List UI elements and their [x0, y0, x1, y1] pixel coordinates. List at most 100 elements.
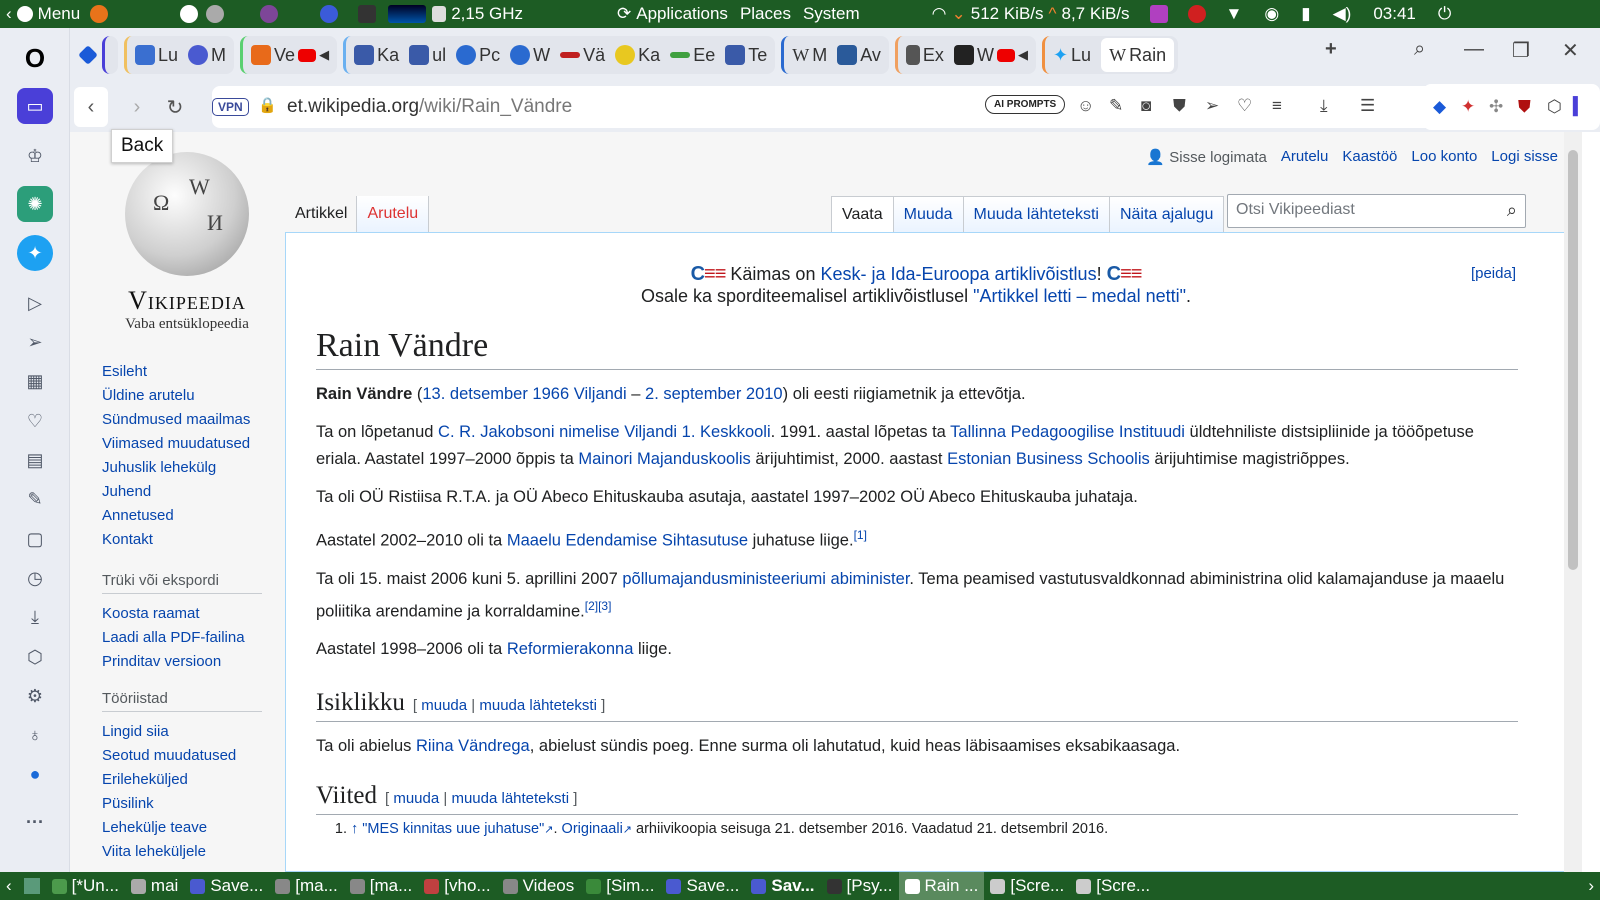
applications-menu[interactable]: ⟳ Applications	[611, 4, 734, 24]
sidebar-toggle-icon[interactable]: ▍	[1573, 97, 1586, 117]
easy-setup-icon[interactable]: ≡	[1272, 96, 1282, 116]
tab-item[interactable]: Ka	[350, 38, 403, 72]
vpn-badge[interactable]: VPN	[212, 98, 249, 116]
send-icon[interactable]: ➢	[17, 324, 53, 360]
tools-link[interactable]: Lehekülje teave	[102, 819, 207, 836]
tab-item[interactable]: WM	[788, 38, 831, 72]
player-icon[interactable]: ▷	[17, 285, 53, 321]
minimize-button[interactable]: —	[1464, 38, 1484, 61]
reload-button[interactable]: ↻	[158, 95, 192, 120]
tab-item[interactable]: M	[184, 38, 230, 72]
tab-item[interactable]: ✦ Lu	[1049, 38, 1095, 72]
taskbar-window-button[interactable]: mai	[125, 872, 184, 900]
backlink-arrow[interactable]: ↑	[351, 821, 358, 837]
tab-item[interactable]: ul	[405, 38, 450, 72]
taskbar-window-button[interactable]: [Sim...	[580, 872, 660, 900]
notice-link[interactable]: Kesk- ja Ida-Euroopa artiklivõistlus	[820, 264, 1096, 284]
speed-dial-icon[interactable]: ▦	[17, 363, 53, 399]
tab-article[interactable]: Artikkel	[285, 196, 357, 232]
tor-icon[interactable]	[260, 5, 279, 23]
tabs-icon[interactable]: ▢	[17, 521, 53, 557]
download-icon[interactable]: ⤓	[1320, 96, 1328, 116]
record-icon[interactable]	[1187, 5, 1206, 23]
tools-link[interactable]: Lingid siia	[102, 723, 169, 740]
heart-icon[interactable]: ♡	[1237, 96, 1252, 116]
hide-notice-link[interactable]: [peida]	[1471, 263, 1516, 285]
tab-read[interactable]: Vaata	[831, 196, 894, 233]
taskbar-window-button[interactable]: Sav...	[745, 872, 820, 900]
translate-extension-icon[interactable]: ✦	[1461, 97, 1475, 117]
tab-item[interactable]: Ka	[611, 38, 664, 72]
search-tabs-icon[interactable]: ⌕	[1414, 38, 1425, 61]
tab-edit[interactable]: Muuda	[892, 196, 964, 233]
tab-edit-source[interactable]: Muuda lähteteksti	[962, 196, 1110, 233]
tools-link[interactable]: Viita leheküljele	[102, 843, 206, 860]
battery-icon[interactable]: ▮	[1301, 4, 1310, 24]
reference-link[interactable]: [2][3]	[585, 599, 612, 613]
taskbar-window-button[interactable]: Save...	[184, 872, 269, 900]
history-icon[interactable]: ◷	[17, 560, 53, 596]
tab-item[interactable]: Av	[833, 38, 885, 72]
terminal-icon[interactable]	[358, 5, 377, 23]
mainor-link[interactable]: Mainori Majanduskoolis	[578, 450, 750, 468]
notification-icon[interactable]: ◉	[1264, 4, 1279, 24]
network-icon[interactable]: ▼	[1226, 4, 1243, 24]
vivaldi-extension-icon[interactable]: ◆	[1433, 97, 1446, 117]
taskbar-window-button[interactable]: [Psy...	[821, 872, 899, 900]
reference-link[interactable]: [1]	[854, 528, 867, 542]
section-edit-source-link[interactable]: muuda lähteteksti	[479, 697, 597, 714]
tools-link[interactable]: Erileheküljed	[102, 771, 188, 788]
taskbar-window-button[interactable]: [Scre...	[1070, 872, 1156, 900]
edit-icon[interactable]: ✎	[17, 481, 53, 517]
forward-button[interactable]: ›	[120, 96, 154, 119]
ebs-link[interactable]: Estonian Business Schoolis	[947, 450, 1150, 468]
back-button[interactable]: ‹	[74, 87, 108, 127]
system-menu[interactable]: System	[797, 4, 866, 24]
taskbar-window-button[interactable]: [*Un...	[46, 872, 125, 900]
tab-discussion[interactable]: Arutelu	[356, 196, 430, 232]
taskbar-window-button[interactable]: Save...	[660, 872, 745, 900]
tab-active[interactable]: W Rain	[1101, 38, 1175, 72]
foundation-link[interactable]: Maaelu Edendamise Sihtasutuse	[507, 532, 748, 550]
extensions-icon[interactable]: ⬡	[17, 639, 53, 675]
tab-item[interactable]: Ee	[666, 38, 719, 72]
nav-link[interactable]: Sündmused maailmas	[102, 411, 250, 428]
puzzle-extension-icon[interactable]: ✣	[1489, 97, 1503, 117]
tools-link[interactable]: Püsilink	[102, 795, 154, 812]
tab-item[interactable]: Ve ◀	[247, 38, 333, 72]
ublock-icon[interactable]: ⛊	[1518, 97, 1531, 117]
settings-sliders-icon[interactable]: ☰	[1360, 96, 1375, 116]
taskbar-window-button[interactable]: Rain ...	[898, 872, 985, 900]
settings-icon[interactable]	[206, 5, 225, 23]
firefox-icon[interactable]	[90, 5, 109, 23]
opera-icon[interactable]	[320, 5, 339, 23]
twitter-icon[interactable]: ✦	[17, 235, 53, 271]
chat-icon[interactable]: ●	[17, 756, 53, 792]
new-tab-button[interactable]: +	[1325, 38, 1337, 61]
gear-icon[interactable]: ⚙	[17, 678, 53, 714]
tab-item[interactable]: Te	[721, 38, 771, 72]
restore-button[interactable]: ❐	[1512, 38, 1530, 63]
heart-icon[interactable]: ♡	[17, 403, 53, 439]
original-link[interactable]: Originaali	[562, 821, 623, 837]
taskbar-window-button[interactable]: [ma...	[269, 872, 344, 900]
inkscape-icon[interactable]	[180, 5, 199, 23]
opera-menu-icon[interactable]: O	[17, 40, 53, 76]
ai-prompts-button[interactable]: AI PROMPTS	[985, 95, 1066, 114]
party-link[interactable]: Reformierakonna	[507, 640, 634, 658]
send-icon[interactable]: ➢	[1205, 96, 1219, 116]
tab-item[interactable]: W ◀	[950, 38, 1032, 72]
tab-group-collapsed[interactable]	[102, 36, 118, 74]
nav-link[interactable]: Annetused	[102, 507, 174, 524]
notice-link-2[interactable]: "Artikkel letti – medal netti"	[973, 286, 1186, 306]
print-link[interactable]: Koosta raamat	[102, 605, 200, 622]
cube-icon[interactable]: ⬡	[1547, 97, 1562, 117]
volume-icon[interactable]: ◀)	[1333, 4, 1352, 24]
taskbar-window-button[interactable]: [vho...	[418, 872, 496, 900]
page-scrollbar[interactable]	[1564, 132, 1582, 872]
search-input[interactable]: Otsi Vikipeediast ⌕	[1227, 194, 1526, 228]
places-menu[interactable]: Places	[734, 4, 797, 24]
print-link[interactable]: Prinditav versioon	[102, 653, 221, 670]
reference-title-link[interactable]: "MES kinnitas uue juhatuse"	[362, 821, 544, 837]
tab-item[interactable]: Vä	[556, 38, 609, 72]
